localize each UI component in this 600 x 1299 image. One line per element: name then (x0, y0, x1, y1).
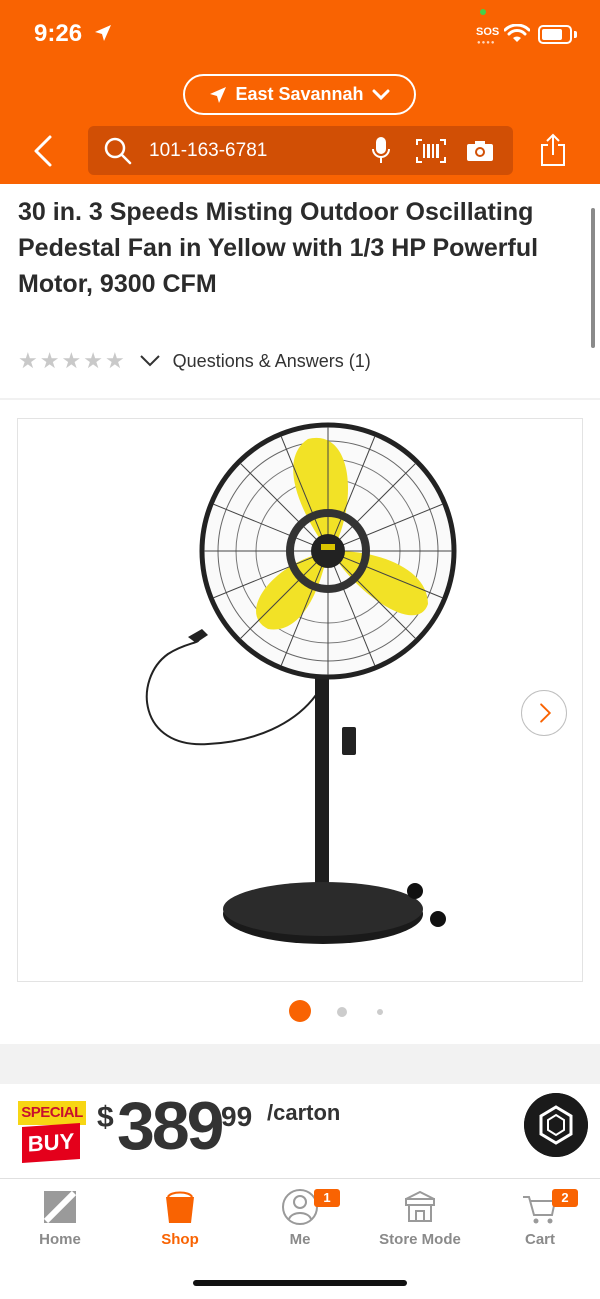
tab-shop-label: Shop (161, 1231, 199, 1248)
scroll-indicator (591, 208, 595, 348)
tab-cart-label: Cart (524, 1231, 555, 1248)
star-icon: ★ (61, 348, 82, 373)
pagination-dot[interactable] (377, 1009, 383, 1015)
star-icon: ★ (18, 348, 38, 373)
cart-badge: 2 (552, 1189, 578, 1207)
star-rating: ★ ★ ★ ★ ★ (18, 350, 125, 372)
share-icon[interactable] (540, 133, 566, 167)
search-query: 101-163-6781 (149, 140, 268, 161)
microphone-icon[interactable] (372, 136, 390, 164)
assistant-button[interactable] (524, 1093, 588, 1157)
next-image-button[interactable] (521, 690, 567, 736)
tab-me-label: Me (289, 1231, 311, 1248)
questions-answers-link[interactable]: Questions & Answers (1) (173, 351, 371, 372)
shop-bucket-icon (166, 1191, 194, 1223)
search-input[interactable]: 101-163-6781 (88, 126, 513, 175)
app-header: 9:26 SOS ●●●● East Savannah 101-163-6781 (0, 0, 600, 184)
store-icon (405, 1190, 435, 1222)
tab-cart[interactable]: 2 Cart (480, 1179, 600, 1259)
wifi-icon (504, 24, 530, 42)
home-indicator (193, 1280, 407, 1286)
status-time: 9:26 (34, 20, 83, 47)
rating-row[interactable]: ★ ★ ★ ★ ★ Questions & Answers (1) (18, 347, 371, 375)
product-title: 30 in. 3 Speeds Misting Outdoor Oscillat… (18, 198, 539, 298)
store-location-selector[interactable]: East Savannah (183, 74, 416, 115)
product-image-gallery[interactable] (17, 418, 583, 982)
tab-store-mode-label: Store Mode (379, 1231, 461, 1248)
sos-label: SOS (476, 26, 500, 38)
home-depot-logo-icon (43, 1190, 77, 1224)
special-buy-top: SPECIAL (18, 1101, 86, 1125)
tab-shop[interactable]: Shop (120, 1179, 240, 1259)
price-currency: $ (97, 1101, 114, 1134)
tab-me[interactable]: 1 Me (240, 1179, 360, 1259)
price-unit: /carton (267, 1100, 341, 1125)
special-buy-badge: SPECIAL BUY (18, 1101, 86, 1164)
pedestal-fan-image (145, 422, 457, 944)
tab-home-label: Home (39, 1231, 81, 1248)
chevron-down-icon[interactable] (139, 354, 161, 368)
camera-icon[interactable] (466, 140, 494, 162)
gallery-pagination (0, 1000, 600, 1024)
price-section: SPECIAL BUY $ 389 99 /carton (0, 1084, 600, 1178)
chevron-down-icon (372, 89, 390, 100)
star-icon: ★ (83, 348, 103, 373)
signal-dots: ●●●● (477, 40, 496, 46)
navigation-arrow-icon (210, 86, 227, 103)
pagination-dot-active[interactable] (289, 1000, 311, 1022)
special-buy-bottom: BUY (22, 1122, 80, 1164)
pagination-dot[interactable] (337, 1007, 347, 1017)
star-icon: ★ (104, 348, 125, 373)
battery-icon (538, 25, 572, 44)
tab-home[interactable]: Home (0, 1179, 120, 1259)
star-icon: ★ (39, 348, 60, 373)
search-icon (104, 137, 132, 165)
privacy-indicator (480, 9, 486, 15)
price-dollars: 389 (117, 1088, 224, 1164)
tab-store-mode[interactable]: Store Mode (360, 1179, 480, 1259)
section-spacer (0, 1044, 600, 1084)
barcode-scanner-icon[interactable] (416, 139, 446, 163)
store-location-label: East Savannah (235, 84, 364, 104)
back-chevron-icon[interactable] (30, 134, 60, 168)
price-cents: 99 (221, 1101, 253, 1132)
me-badge: 1 (314, 1189, 340, 1207)
location-arrow-icon (95, 25, 111, 41)
battery-cap (574, 31, 577, 38)
section-divider (0, 398, 600, 400)
status-bar: 9:26 SOS ●●●● (0, 0, 600, 70)
